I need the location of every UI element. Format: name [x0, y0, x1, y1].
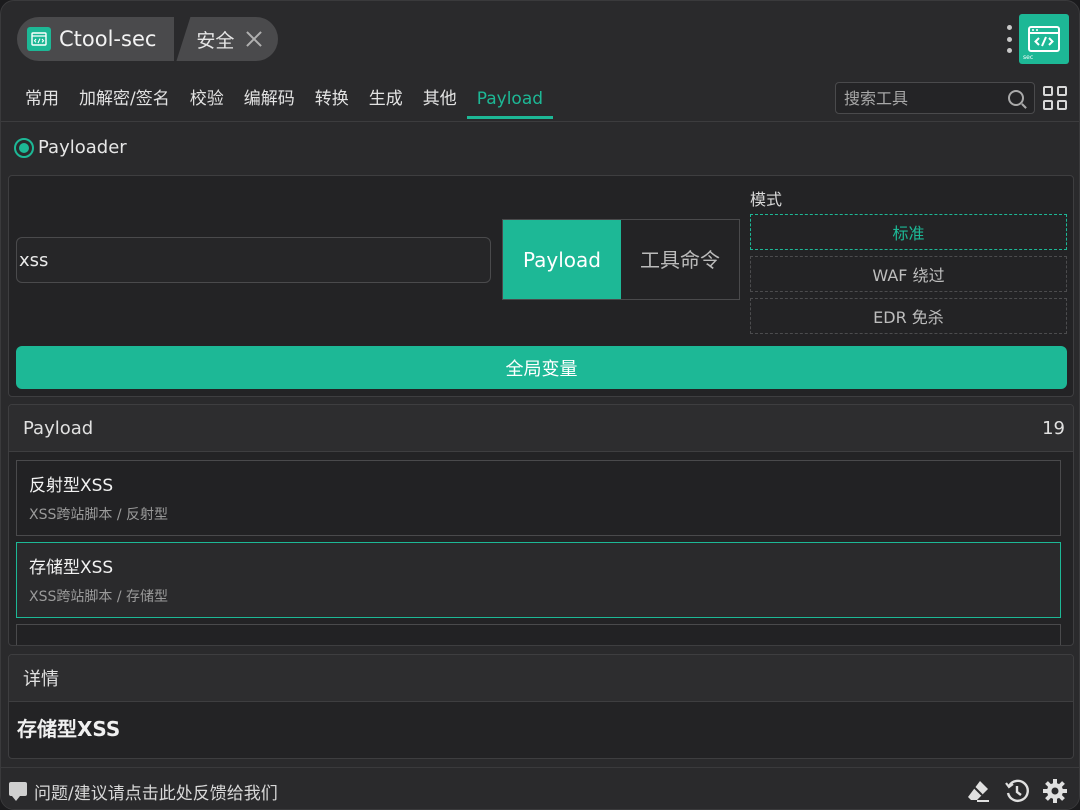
tool-radio[interactable]: Payloader: [14, 137, 127, 158]
category-tag-label: 安全: [196, 29, 235, 52]
tab-crypto[interactable]: 加解密/签名: [69, 79, 180, 119]
grid-icon[interactable]: [1043, 86, 1067, 110]
input-panel: Payload 工具命令 模式 标准 WAF 绕过 EDR 免杀 全局变量: [8, 175, 1074, 397]
code-window-icon: [27, 27, 51, 51]
code-window-icon: [1028, 26, 1060, 52]
mode-edr-evasion-button[interactable]: EDR 免杀: [750, 298, 1067, 334]
app-title: Ctool-sec: [59, 27, 157, 51]
list-item[interactable]: [16, 624, 1061, 645]
chat-icon[interactable]: [9, 782, 27, 801]
global-variables-button[interactable]: 全局变量: [16, 346, 1067, 389]
search-input[interactable]: [844, 88, 1004, 108]
details-header-label: 详情: [23, 669, 59, 690]
list-item-title: 存储型XSS: [29, 558, 114, 578]
tab-other[interactable]: 其他: [413, 79, 467, 119]
app-logo[interactable]: sec: [1019, 14, 1069, 64]
eraser-icon[interactable]: [965, 778, 991, 804]
tab-encode[interactable]: 编解码: [234, 79, 305, 119]
type-toggle: Payload 工具命令: [502, 219, 740, 300]
payload-count: 19: [1042, 417, 1065, 439]
search-box[interactable]: [835, 82, 1035, 114]
details-header: 详情: [9, 655, 1073, 702]
radio-selected-icon[interactable]: [14, 137, 34, 158]
list-item[interactable]: 反射型XSS XSS跨站脚本 / 反射型: [16, 460, 1061, 536]
footer-bar: 问题/建议请点击此处反馈给我们: [1, 767, 1079, 809]
mode-standard-button[interactable]: 标准: [750, 214, 1067, 250]
divider: [1, 121, 1079, 122]
tab-common[interactable]: 常用: [15, 79, 69, 119]
title-bar: Ctool-sec 安全 sec: [1, 1, 1079, 79]
category-tag[interactable]: 安全: [176, 17, 279, 61]
list-item[interactable]: 存储型XSS XSS跨站脚本 / 存储型: [16, 542, 1061, 618]
details-panel: 详情 存储型XSS: [8, 654, 1074, 759]
list-item-subtitle: XSS跨站脚本 / 反射型: [29, 507, 168, 523]
tab-convert[interactable]: 转换: [305, 79, 359, 119]
tab-verify[interactable]: 校验: [180, 79, 234, 119]
payload-list-header: Payload 19: [9, 405, 1073, 452]
list-item-title: 反射型XSS: [29, 476, 114, 496]
keyword-input[interactable]: [16, 237, 491, 283]
details-title: 存储型XSS: [17, 717, 121, 741]
category-nav: 常用 加解密/签名 校验 编解码 转换 生成 其他 Payload: [15, 79, 554, 121]
toggle-payload-button[interactable]: Payload: [503, 220, 621, 299]
kebab-menu-icon[interactable]: [1005, 25, 1013, 53]
history-icon[interactable]: [1004, 778, 1030, 804]
gear-icon[interactable]: [1042, 778, 1068, 804]
list-item-subtitle: XSS跨站脚本 / 存储型: [29, 589, 168, 605]
mode-waf-bypass-button[interactable]: WAF 绕过: [750, 256, 1067, 292]
toggle-command-button[interactable]: 工具命令: [621, 220, 739, 299]
tool-name: Payloader: [38, 137, 127, 158]
payload-list-title: Payload: [23, 417, 94, 439]
app-window: Ctool-sec 安全 sec 常用 加解密/签名 校验 编解码 转换 生成 …: [0, 0, 1080, 810]
tab-generate[interactable]: 生成: [359, 79, 413, 119]
mode-label: 模式: [750, 190, 783, 209]
tab-payload[interactable]: Payload: [466, 79, 554, 119]
tool-tab[interactable]: Ctool-sec 安全: [17, 17, 279, 61]
tool-tab-main[interactable]: Ctool-sec: [17, 17, 175, 61]
payload-list-panel: Payload 19 反射型XSS XSS跨站脚本 / 反射型 存储型XSS X…: [8, 404, 1074, 646]
feedback-link[interactable]: 问题/建议请点击此处反馈给我们: [34, 779, 278, 804]
close-icon[interactable]: [244, 29, 264, 49]
search-icon[interactable]: [1008, 90, 1024, 106]
